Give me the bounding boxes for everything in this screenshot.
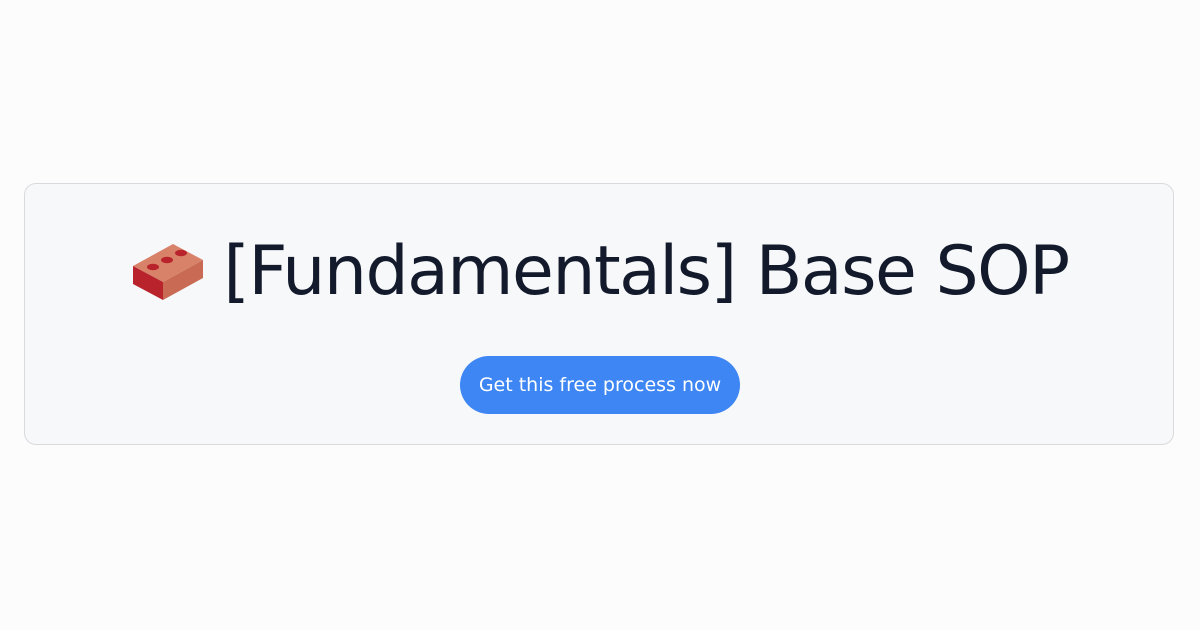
page-title: [Fundamentals] Base SOP	[223, 232, 1070, 311]
process-card: [Fundamentals] Base SOP Get this free pr…	[24, 183, 1174, 445]
brick-icon	[129, 240, 205, 304]
get-process-button[interactable]: Get this free process now	[460, 356, 740, 414]
title-row: [Fundamentals] Base SOP	[25, 232, 1173, 312]
